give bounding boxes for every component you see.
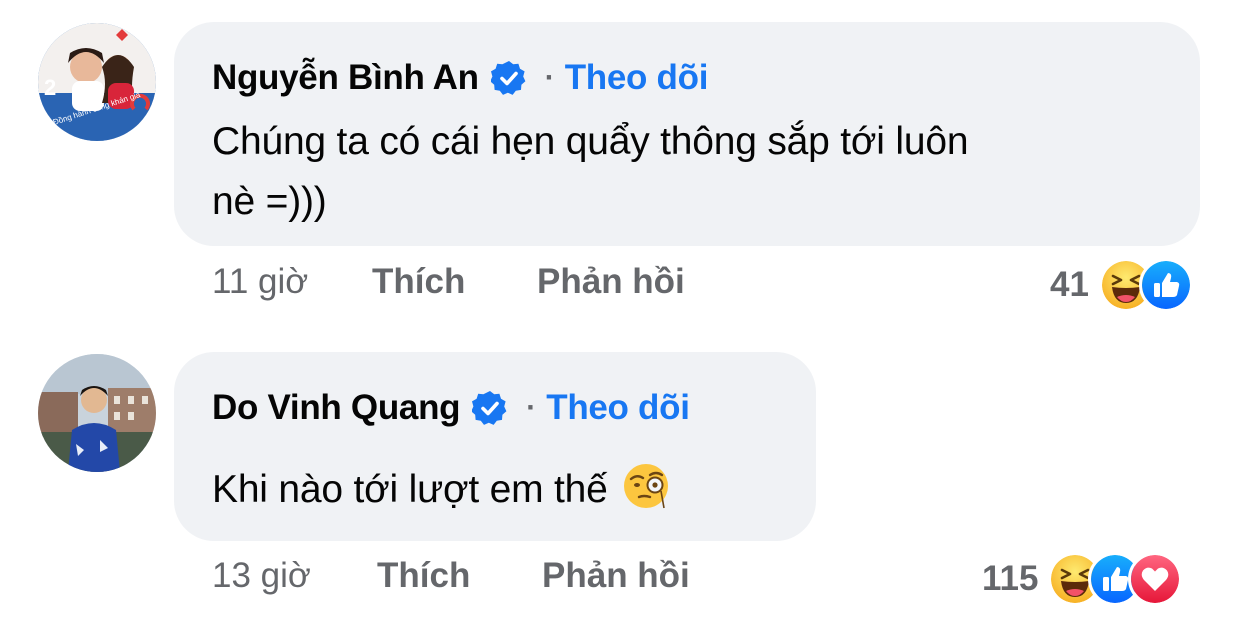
reaction-count: 115 [982, 559, 1039, 598]
follow-button[interactable]: Theo dõi [565, 58, 709, 98]
follow-button[interactable]: Theo dõi [546, 388, 690, 428]
author-row: Nguyễn Bình An · Theo dõi [212, 58, 708, 98]
author-name[interactable]: Do Vinh Quang [212, 388, 461, 428]
separator-dot: · [526, 391, 537, 424]
verified-badge-icon [472, 391, 507, 425]
reply-button[interactable]: Phản hồi [537, 262, 685, 302]
verified-badge-icon [490, 61, 526, 95]
like-button[interactable]: Thích [377, 556, 542, 596]
reactions-summary[interactable]: 41 [1050, 258, 1193, 312]
avatar[interactable] [38, 354, 156, 472]
comment-text-line: Khi nào tới lượt em thế [212, 468, 608, 511]
timestamp[interactable]: 13 giờ [212, 556, 377, 596]
comment-text-line: Chúng ta có cái hẹn quẩy thông sắp tới l… [212, 120, 969, 163]
comment-actions: 13 giờ Thích Phản hồi [212, 556, 690, 596]
comment-actions: 11 giờ Thích Phản hồi [212, 262, 685, 302]
reaction-count: 41 [1050, 265, 1089, 304]
separator-dot: · [544, 61, 555, 94]
svg-text:2: 2 [44, 75, 56, 100]
avatar[interactable]: 2 Đồng hành cùng khán giả [38, 23, 156, 141]
author-row: Do Vinh Quang · Theo dõi [212, 388, 690, 428]
face-with-monocle-icon [623, 464, 668, 509]
comment-bubble: Nguyễn Bình An · Theo dõi Chúng ta có cá… [174, 22, 1200, 246]
comment-text: Khi nào tới lượt em thế [212, 460, 670, 520]
comment-bubble: Do Vinh Quang · Theo dõi Khi nào tới lượ… [174, 352, 816, 541]
reply-button[interactable]: Phản hồi [542, 556, 690, 596]
comment-1: 2 Đồng hành cùng khán giả Nguyễn Bình An… [0, 0, 1242, 320]
love-icon [1128, 552, 1183, 606]
like-icon [1138, 258, 1193, 312]
timestamp[interactable]: 11 giờ [212, 262, 372, 302]
comment-2: Do Vinh Quang · Theo dõi Khi nào tới lượ… [0, 330, 1242, 643]
comment-text: Chúng ta có cái hẹn quẩy thông sắp tới l… [212, 112, 969, 232]
author-name[interactable]: Nguyễn Bình An [212, 58, 479, 98]
like-button[interactable]: Thích [372, 262, 537, 302]
comment-text-line: nè =))) [212, 180, 327, 223]
reactions-summary[interactable]: 115 [982, 552, 1183, 606]
